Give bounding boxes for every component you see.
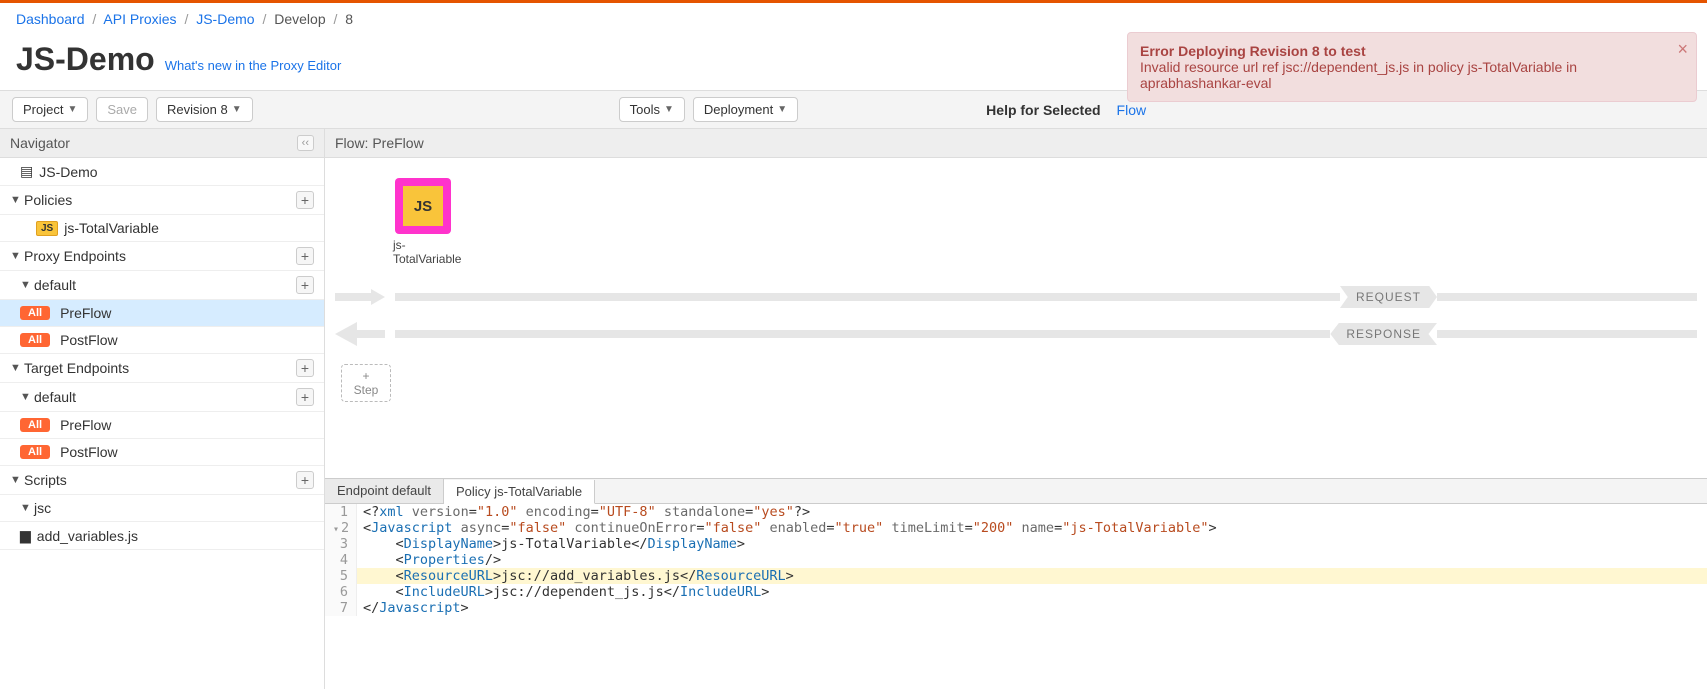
project-button[interactable]: Project▼ [12,97,88,122]
nav-proxy-preflow[interactable]: All PreFlow [0,300,324,327]
page-title: JS-Demo [16,41,155,78]
add-step-button[interactable]: + Step [341,364,391,402]
breadcrumb: Dashboard / API Proxies / JS-Demo / Deve… [0,3,1707,35]
nav-policy-item[interactable]: JS js-TotalVariable [0,215,324,242]
policy-step[interactable]: JS [395,178,451,234]
save-button[interactable]: Save [96,97,148,122]
arrow-left-icon [335,322,385,346]
nav-js-file[interactable]: ▆ add_variables.js [0,522,324,550]
policy-step-label: js-TotalVariable [393,238,453,266]
close-icon[interactable]: × [1677,39,1688,60]
nav-policies[interactable]: ▼ Policies + [0,186,324,215]
nav-scripts[interactable]: ▼ Scripts + [0,466,324,495]
add-flow-button[interactable]: + [296,276,314,294]
chevron-down-icon: ▼ [20,391,34,403]
chevron-down-icon: ▼ [20,502,34,514]
nav-target-preflow[interactable]: All PreFlow [0,412,324,439]
alert-body: Invalid resource url ref jsc://dependent… [1140,59,1668,91]
add-target-endpoint-button[interactable]: + [296,359,314,377]
deployment-button[interactable]: Deployment▼ [693,97,798,122]
crumb-rev: 8 [345,11,353,27]
add-target-flow-button[interactable]: + [296,388,314,406]
nav-proxy-root[interactable]: ▤ JS-Demo [0,158,324,186]
flow-link[interactable]: Flow [1117,102,1147,118]
nav-proxy-endpoints[interactable]: ▼ Proxy Endpoints + [0,242,324,271]
alert-title: Error Deploying Revision 8 to test [1140,43,1668,59]
crumb-dashboard[interactable]: Dashboard [16,11,85,27]
chevron-down-icon: ▼ [10,362,24,374]
add-proxy-endpoint-button[interactable]: + [296,247,314,265]
nav-proxy-default[interactable]: ▼ default + [0,271,324,300]
list-icon: ▤ [20,163,33,180]
add-policy-button[interactable]: + [296,191,314,209]
chevron-down-icon: ▼ [10,194,24,206]
error-alert: × Error Deploying Revision 8 to test Inv… [1127,32,1697,102]
chevron-down-icon: ▼ [777,104,787,115]
tab-policy[interactable]: Policy js-TotalVariable [444,480,595,504]
chevron-down-icon: ▼ [664,104,674,115]
help-label: Help for Selected [986,102,1100,118]
response-lane-label: RESPONSE [1330,323,1437,345]
tab-endpoint-default[interactable]: Endpoint default [325,479,444,503]
whats-new-link[interactable]: What's new in the Proxy Editor [165,58,342,73]
crumb-proxy[interactable]: JS-Demo [196,11,254,27]
nav-jsc-folder[interactable]: ▼ jsc [0,495,324,522]
all-badge: All [20,333,50,347]
navigator-title: Navigator [10,135,70,151]
all-badge: All [20,418,50,432]
chevron-down-icon: ▼ [67,104,77,115]
nav-proxy-postflow[interactable]: All PostFlow [0,327,324,354]
chevron-down-icon: ▼ [20,279,34,291]
all-badge: All [20,445,50,459]
nav-target-endpoints[interactable]: ▼ Target Endpoints + [0,354,324,383]
nav-target-default[interactable]: ▼ default + [0,383,324,412]
chevron-down-icon: ▼ [10,474,24,486]
navigator: Navigator ‹‹ ▤ JS-Demo ▼ Policies + JS j… [0,129,325,689]
all-badge: All [20,306,50,320]
revision-button[interactable]: Revision 8▼ [156,97,253,122]
nav-target-postflow[interactable]: All PostFlow [0,439,324,466]
file-icon: ▆ [20,527,31,544]
flow-header: Flow: PreFlow [325,129,1707,158]
editor-tabs: Endpoint default Policy js-TotalVariable [325,478,1707,504]
flow-canvas: JS js-TotalVariable REQUEST [325,158,1707,478]
add-script-button[interactable]: + [296,471,314,489]
crumb-develop: Develop [274,11,325,27]
js-icon: JS [403,186,443,226]
crumb-api-proxies[interactable]: API Proxies [103,11,176,27]
code-editor[interactable]: 1<?xml version="1.0" encoding="UTF-8" st… [325,504,1707,616]
js-icon: JS [36,221,58,236]
tools-button[interactable]: Tools▼ [619,97,685,122]
chevron-down-icon: ▼ [232,104,242,115]
arrow-right-icon [335,289,385,305]
request-lane-label: REQUEST [1340,286,1437,308]
chevron-down-icon: ▼ [10,250,24,262]
collapse-nav-icon[interactable]: ‹‹ [297,135,314,151]
